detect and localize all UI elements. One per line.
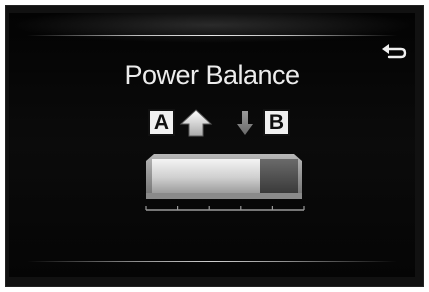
label-b: B — [263, 109, 290, 136]
arrow-down-icon[interactable] — [234, 109, 256, 137]
power-balance-screen: Power Balance A B — [9, 13, 415, 277]
power-balance-meter — [146, 154, 302, 199]
label-a: A — [148, 109, 175, 136]
bottom-divider — [27, 261, 397, 262]
top-glow — [9, 13, 415, 43]
arrow-up-icon[interactable] — [179, 108, 213, 138]
top-divider — [27, 35, 397, 36]
balance-remaining — [260, 159, 298, 193]
balance-scale — [145, 206, 305, 211]
balance-level-fill — [152, 159, 260, 193]
page-title: Power Balance — [124, 60, 300, 90]
